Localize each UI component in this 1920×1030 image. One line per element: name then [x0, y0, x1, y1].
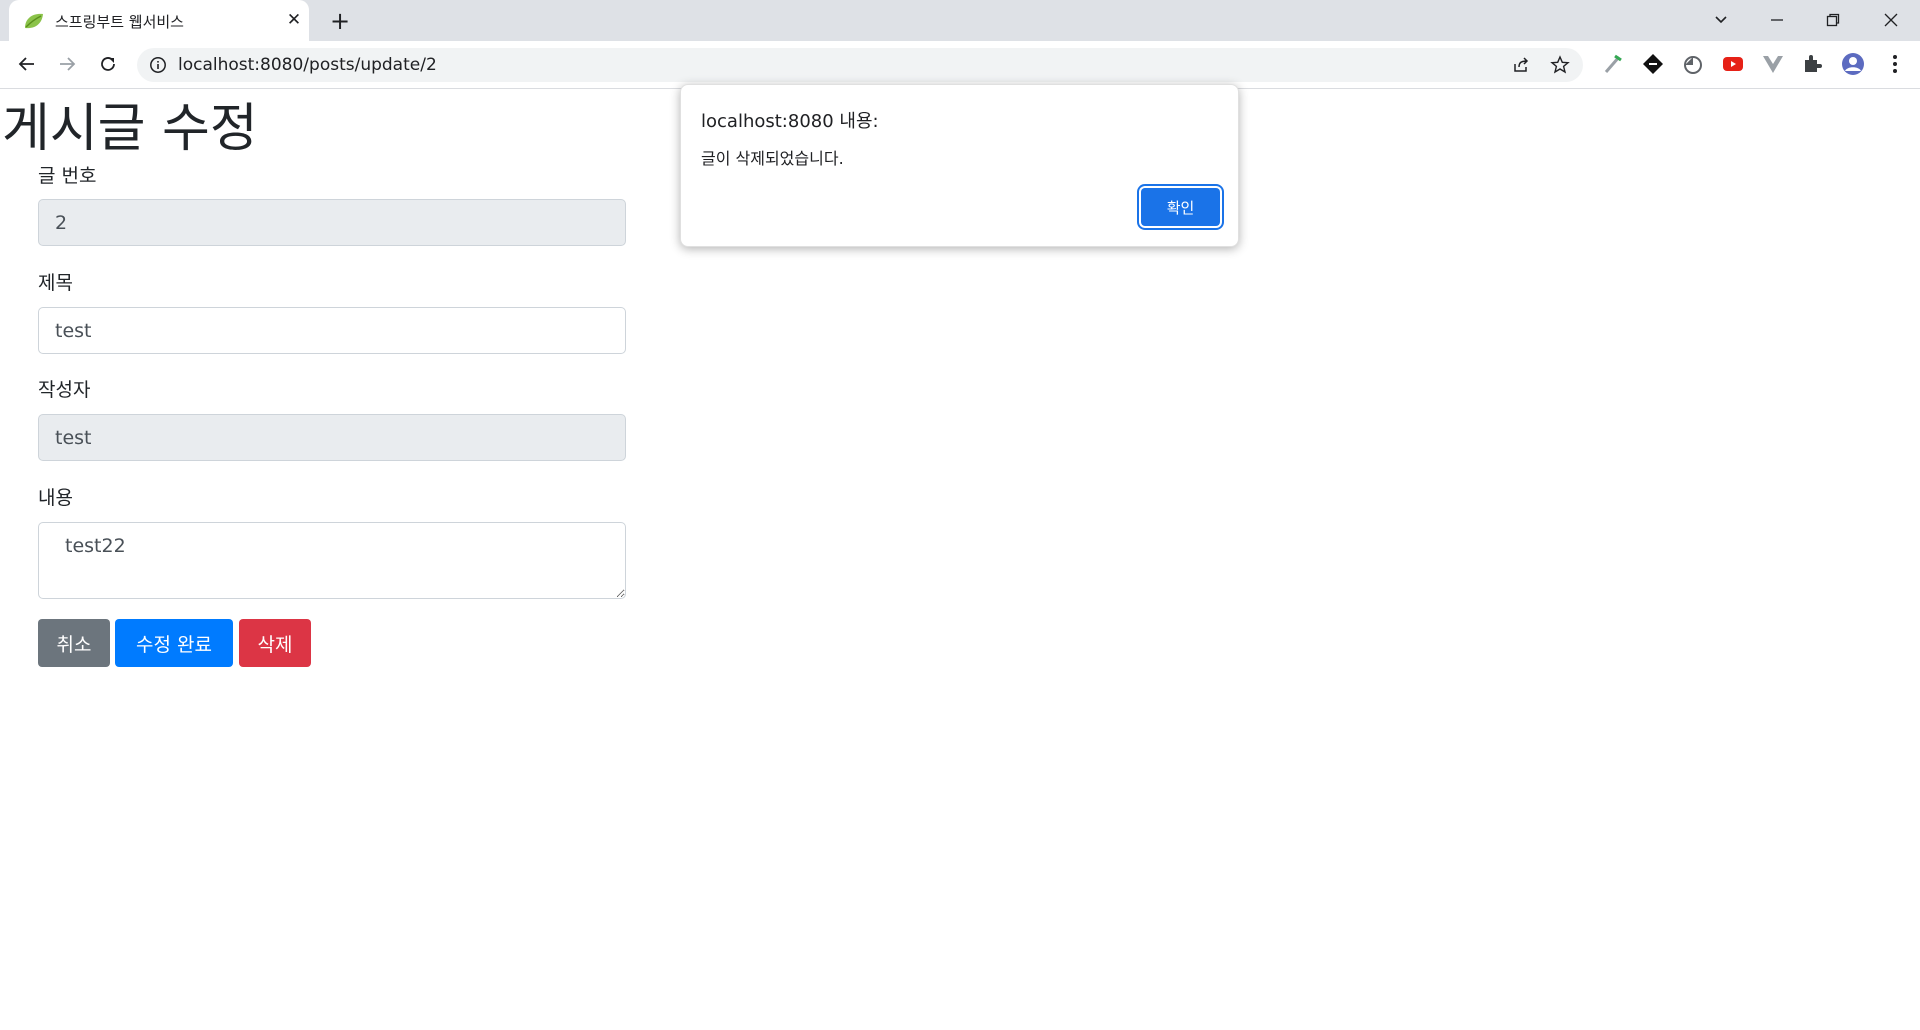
browser-toolbar: localhost:8080/posts/update/2: [0, 41, 1920, 89]
forward-icon[interactable]: [52, 49, 82, 79]
back-icon[interactable]: [12, 49, 42, 79]
save-button[interactable]: 수정 완료: [115, 619, 233, 667]
extension-circle-icon[interactable]: [1681, 52, 1705, 76]
tab-search-icon[interactable]: [1701, 6, 1741, 34]
extensions-puzzle-icon[interactable]: [1801, 52, 1825, 76]
new-tab-button[interactable]: +: [327, 8, 353, 34]
delete-button[interactable]: 삭제: [239, 619, 311, 667]
title-input[interactable]: [38, 307, 626, 354]
author-input[interactable]: [38, 414, 626, 461]
dialog-message: 글이 삭제되었습니다.: [701, 149, 844, 168]
id-label: 글 번호: [38, 165, 97, 187]
content-textarea[interactable]: test22: [38, 522, 626, 599]
extension-arrow-icon[interactable]: [1641, 52, 1665, 76]
cancel-button[interactable]: 취소: [38, 619, 110, 667]
dialog-origin: localhost:8080 내용:: [701, 111, 879, 132]
share-icon[interactable]: [1511, 55, 1531, 75]
url-text[interactable]: localhost:8080/posts/update/2: [178, 55, 437, 75]
more-menu-icon[interactable]: [1883, 52, 1907, 76]
close-window-icon[interactable]: [1871, 6, 1911, 34]
alert-dialog: localhost:8080 내용: 글이 삭제되었습니다. 확인: [680, 84, 1239, 247]
address-bar[interactable]: localhost:8080/posts/update/2: [137, 48, 1583, 82]
dialog-ok-button[interactable]: 확인: [1141, 188, 1220, 226]
browser-tab[interactable]: 스프링부트 웹서비스 ✕: [9, 0, 309, 41]
restore-icon[interactable]: [1813, 6, 1853, 34]
title-label: 제목: [38, 272, 73, 294]
spring-leaf-icon: [25, 13, 43, 29]
site-info-icon[interactable]: [149, 56, 167, 74]
youtube-extension-icon[interactable]: [1721, 52, 1745, 76]
minimize-icon[interactable]: [1757, 6, 1797, 34]
profile-avatar-icon[interactable]: [1841, 52, 1865, 76]
close-tab-icon[interactable]: ✕: [283, 9, 305, 31]
tab-title: 스프링부트 웹서비스: [55, 13, 184, 31]
bookmark-star-icon[interactable]: [1550, 55, 1570, 75]
browser-titlebar: 스프링부트 웹서비스 ✕ +: [0, 0, 1920, 41]
reload-icon[interactable]: [93, 49, 123, 79]
page-title: 게시글 수정: [2, 99, 258, 159]
author-label: 작성자: [38, 379, 91, 401]
extension-leaf-icon[interactable]: [1601, 52, 1625, 76]
id-input[interactable]: [38, 199, 626, 246]
vue-devtools-icon[interactable]: [1761, 52, 1785, 76]
content-label: 내용: [38, 487, 73, 509]
